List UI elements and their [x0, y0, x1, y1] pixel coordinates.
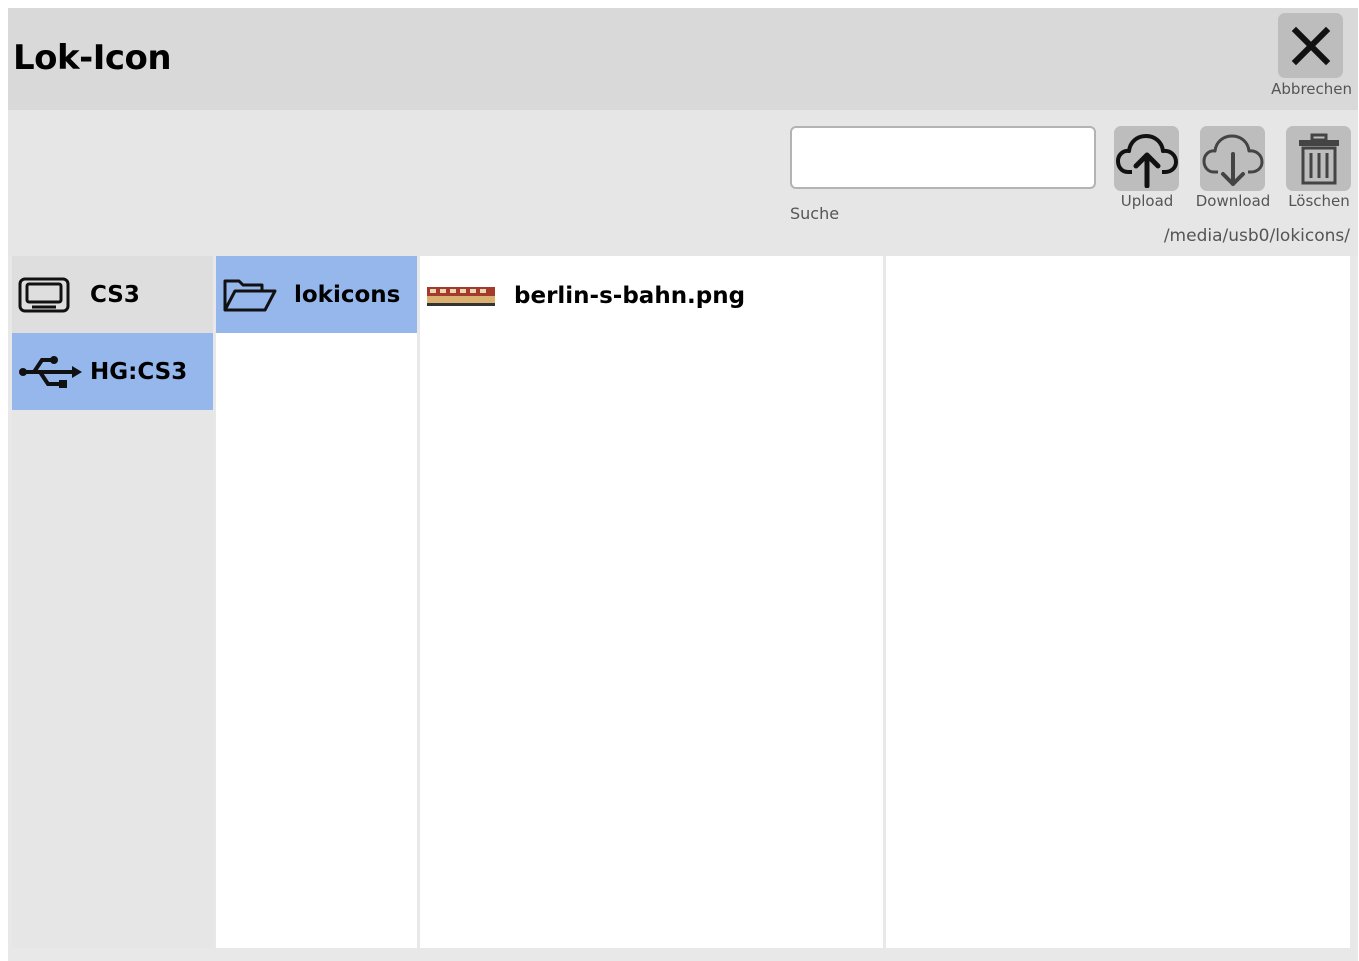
- display-icon: [12, 277, 90, 313]
- device-label: HG:CS3: [90, 358, 188, 385]
- cancel-button[interactable]: [1278, 13, 1343, 78]
- lok-icon-dialog: Lok-Icon Abbrechen Suche Upload Download: [8, 8, 1358, 961]
- usb-icon: [12, 354, 90, 390]
- folder-label: lokicons: [294, 281, 401, 308]
- folder-column: lokicons: [216, 256, 417, 948]
- cloud-upload-icon: [1115, 133, 1178, 188]
- upload-button[interactable]: [1114, 126, 1179, 191]
- close-icon: [1291, 26, 1330, 65]
- search-label: Suche: [790, 204, 840, 223]
- file-label: berlin-s-bahn.png: [514, 283, 746, 309]
- page-title: Lok-Icon: [13, 38, 172, 78]
- upload-label: Upload: [1120, 192, 1174, 210]
- train-thumbnail-icon: [426, 285, 496, 307]
- cloud-download-icon: [1202, 134, 1263, 186]
- device-item-hg-cs3[interactable]: HG:CS3: [12, 333, 213, 410]
- folder-item-lokicons[interactable]: lokicons: [216, 256, 417, 333]
- folder-open-icon: [216, 277, 294, 313]
- delete-button[interactable]: [1286, 126, 1351, 191]
- file-column: berlin-s-bahn.png: [420, 256, 883, 948]
- preview-panel: [886, 256, 1350, 948]
- device-item-cs3[interactable]: CS3: [12, 256, 213, 333]
- download-button[interactable]: [1200, 126, 1265, 191]
- download-label: Download: [1195, 192, 1271, 210]
- dialog-header: Lok-Icon Abbrechen: [8, 8, 1358, 110]
- device-label: CS3: [90, 281, 140, 308]
- cancel-label: Abbrechen: [1271, 80, 1352, 98]
- search-input[interactable]: [790, 126, 1096, 189]
- toolbar: Suche Upload Download Löschen /media/usb…: [8, 110, 1358, 256]
- current-path: /media/usb0/lokicons/: [1163, 226, 1350, 246]
- trash-icon: [1298, 133, 1339, 184]
- delete-label: Löschen: [1288, 192, 1350, 210]
- device-column: CS3 HG:CS3: [12, 256, 213, 948]
- file-item-berlin-s-bahn[interactable]: berlin-s-bahn.png: [420, 256, 883, 336]
